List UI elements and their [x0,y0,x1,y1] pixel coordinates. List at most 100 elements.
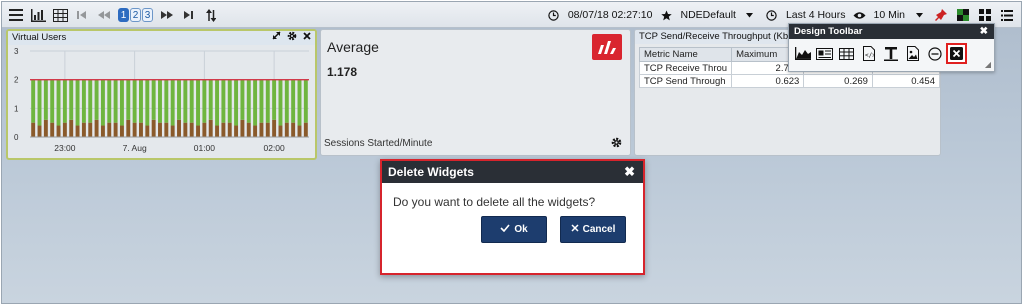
bar-segment [227,79,232,123]
chevron-down-icon[interactable] [911,7,927,23]
close-icon[interactable] [303,31,311,45]
table-cell: TCP Send Through [638,74,733,88]
widget-title: Virtual Users [12,32,67,43]
bar-segment [151,79,156,120]
layout-toggle-icon[interactable] [955,7,971,23]
bar-segment [208,79,213,120]
pin-icon[interactable] [933,7,949,23]
gear-icon[interactable] [611,137,622,151]
y-tick-label: 2 [14,76,19,85]
favorite-selector[interactable]: NDEDefault [681,9,736,21]
text-icon[interactable] [882,45,899,62]
bar-segment [227,122,232,137]
virtual-users-widget[interactable]: Virtual Users 0 1 2 3 23:00 7. Aug 01:00 02:00 [6,29,317,160]
close-icon[interactable]: ✖ [980,24,988,39]
virtual-users-chart: 0 1 2 3 23:00 7. Aug 01:00 02:00 [14,47,309,153]
bar-segment [164,122,169,137]
check-icon [500,224,510,235]
delete-all-icon[interactable] [946,43,967,64]
list-view-icon[interactable] [999,7,1015,23]
close-icon[interactable]: ✖ [624,161,635,183]
bar-segment [265,122,270,137]
column-header-metric-name[interactable]: Metric Name [638,47,733,62]
grid-icon[interactable] [52,7,68,23]
first-page-icon[interactable] [74,7,90,23]
bar-chart-icon[interactable] [30,7,46,23]
design-toolbar[interactable]: Design Toolbar ✖ </> ◢ [788,23,995,72]
bar-segment [126,79,131,120]
bar-segment [132,79,137,123]
gear-icon[interactable] [287,31,297,46]
bar-segment [183,122,188,137]
table-cell: 0.623 [731,74,805,88]
cancel-button[interactable]: Cancel [560,216,626,243]
svg-text:</>: </> [865,52,875,59]
x-tick-label: 01:00 [194,143,216,153]
bar-segment [31,122,36,137]
page-3-button[interactable]: 3 [142,8,153,22]
minus-circle-icon[interactable] [926,45,943,62]
time-range-selector[interactable]: Last 4 Hours [786,9,846,21]
sort-icon[interactable] [203,7,219,23]
bar-segment [259,122,264,137]
code-file-icon[interactable]: </> [860,45,877,62]
ok-button[interactable]: Ok [481,216,547,243]
bar-segment [126,119,131,137]
star-icon[interactable] [659,7,675,23]
news-widget-icon[interactable] [816,45,833,62]
bar-segment [107,79,112,123]
bar-segment [284,79,289,123]
bar-segment [303,79,308,123]
bar-segment [240,79,245,120]
page-1-button[interactable]: 1 [118,8,129,22]
bar-segment [113,122,118,137]
previous-page-icon[interactable] [96,7,112,23]
bar-segment [189,79,194,123]
bar-segment [284,122,289,137]
bar-segment [50,79,55,123]
bar-segment [183,79,188,123]
bar-segment [297,125,302,137]
clock-icon [764,7,780,23]
resize-handle-icon[interactable]: ◢ [985,60,991,69]
table-cell: 0.454 [871,74,940,88]
bar-segment [278,125,283,137]
next-page-icon[interactable] [159,7,175,23]
area-chart-icon[interactable] [794,45,811,62]
dialog-message: Do you want to delete all the widgets? [393,195,596,209]
menu-icon[interactable] [8,7,24,23]
bar-segment [164,79,169,123]
bar-segment [246,79,251,123]
bar-segment [177,79,181,120]
image-icon[interactable] [904,45,921,62]
refresh-interval-selector[interactable]: 10 Min [873,9,905,21]
bar-segment [297,79,302,126]
chevron-down-icon[interactable] [742,7,758,23]
bar-segment [170,125,175,137]
clock-icon [546,7,562,23]
cancel-label: Cancel [582,224,616,235]
expand-icon[interactable] [272,31,281,45]
design-toolbar-header[interactable]: Design Toolbar ✖ [789,24,994,39]
bar-segment [234,79,239,126]
bar-segment [272,79,277,120]
bar-segment [107,122,112,137]
bar-segment [56,79,61,126]
bar-segment [119,79,124,126]
bar-segment [119,125,124,137]
bar-segment [69,79,74,120]
bar-segment [50,122,55,137]
bar-segment [278,79,283,126]
close-icon [571,224,579,235]
last-page-icon[interactable] [181,7,197,23]
table-cell: 0.269 [803,74,873,88]
tile-view-icon[interactable] [977,7,993,23]
bar-segment [272,119,277,137]
table-row[interactable]: TCP Send Through 0.623 0.269 0.454 [638,74,940,88]
bar-segment [88,122,93,137]
page-2-button[interactable]: 2 [130,8,141,22]
y-tick-label: 0 [14,133,19,142]
average-widget[interactable]: Average 1.178 Sessions Started/Minute [320,29,631,156]
table-widget-icon[interactable] [838,45,855,62]
bar-segment [177,119,181,137]
